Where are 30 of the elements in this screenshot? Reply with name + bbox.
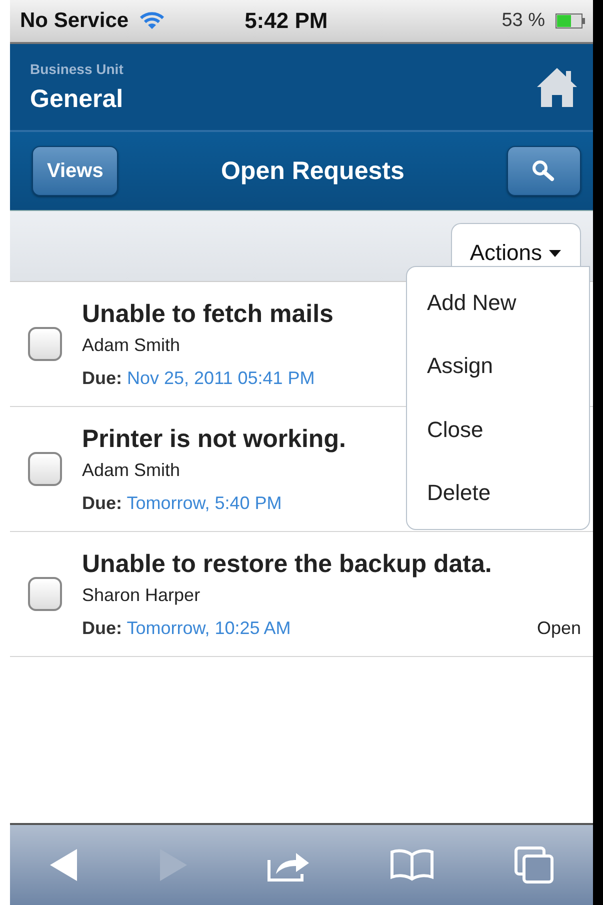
checkbox[interactable] [28,577,62,611]
menu-item[interactable]: Add New [427,290,569,316]
checkbox[interactable] [28,452,62,486]
requester-name: Sharon Harper [82,584,202,606]
search-button[interactable] [507,146,581,196]
business-unit-label: Business Unit [30,60,124,76]
status-text: Open [536,618,581,638]
tabs-icon[interactable] [514,846,554,884]
battery-text: 53 % [502,10,545,32]
due-date: Due: Tomorrow, 10:25 AM [82,618,291,638]
menu-item[interactable]: Assign [427,353,569,380]
checkbox[interactable] [28,327,62,361]
requester-name: Adam Smith [82,460,182,480]
menu-item[interactable]: Delete [427,480,569,506]
page-title: Open Requests [220,156,404,186]
carrier-text: No Service [20,9,129,33]
views-button[interactable]: Views [32,146,118,196]
battery-icon [555,13,585,29]
book-icon[interactable] [389,849,436,881]
requester-name: Adam Smith [82,334,182,356]
business-unit-name: General [30,84,124,114]
back-icon[interactable] [49,848,80,882]
due-date: Due: Tomorrow, 5:40 PM [82,492,282,514]
caret-icon [548,248,562,258]
time-text: 5:42 PM [244,8,329,34]
wifi-icon [138,11,165,31]
home-icon[interactable] [535,65,579,109]
due-date: Due: Nov 25, 2011 05:41 PM [82,368,315,388]
menu-item[interactable]: Close [427,416,569,443]
request-title[interactable]: Unable to restore the backup data. [82,550,581,578]
